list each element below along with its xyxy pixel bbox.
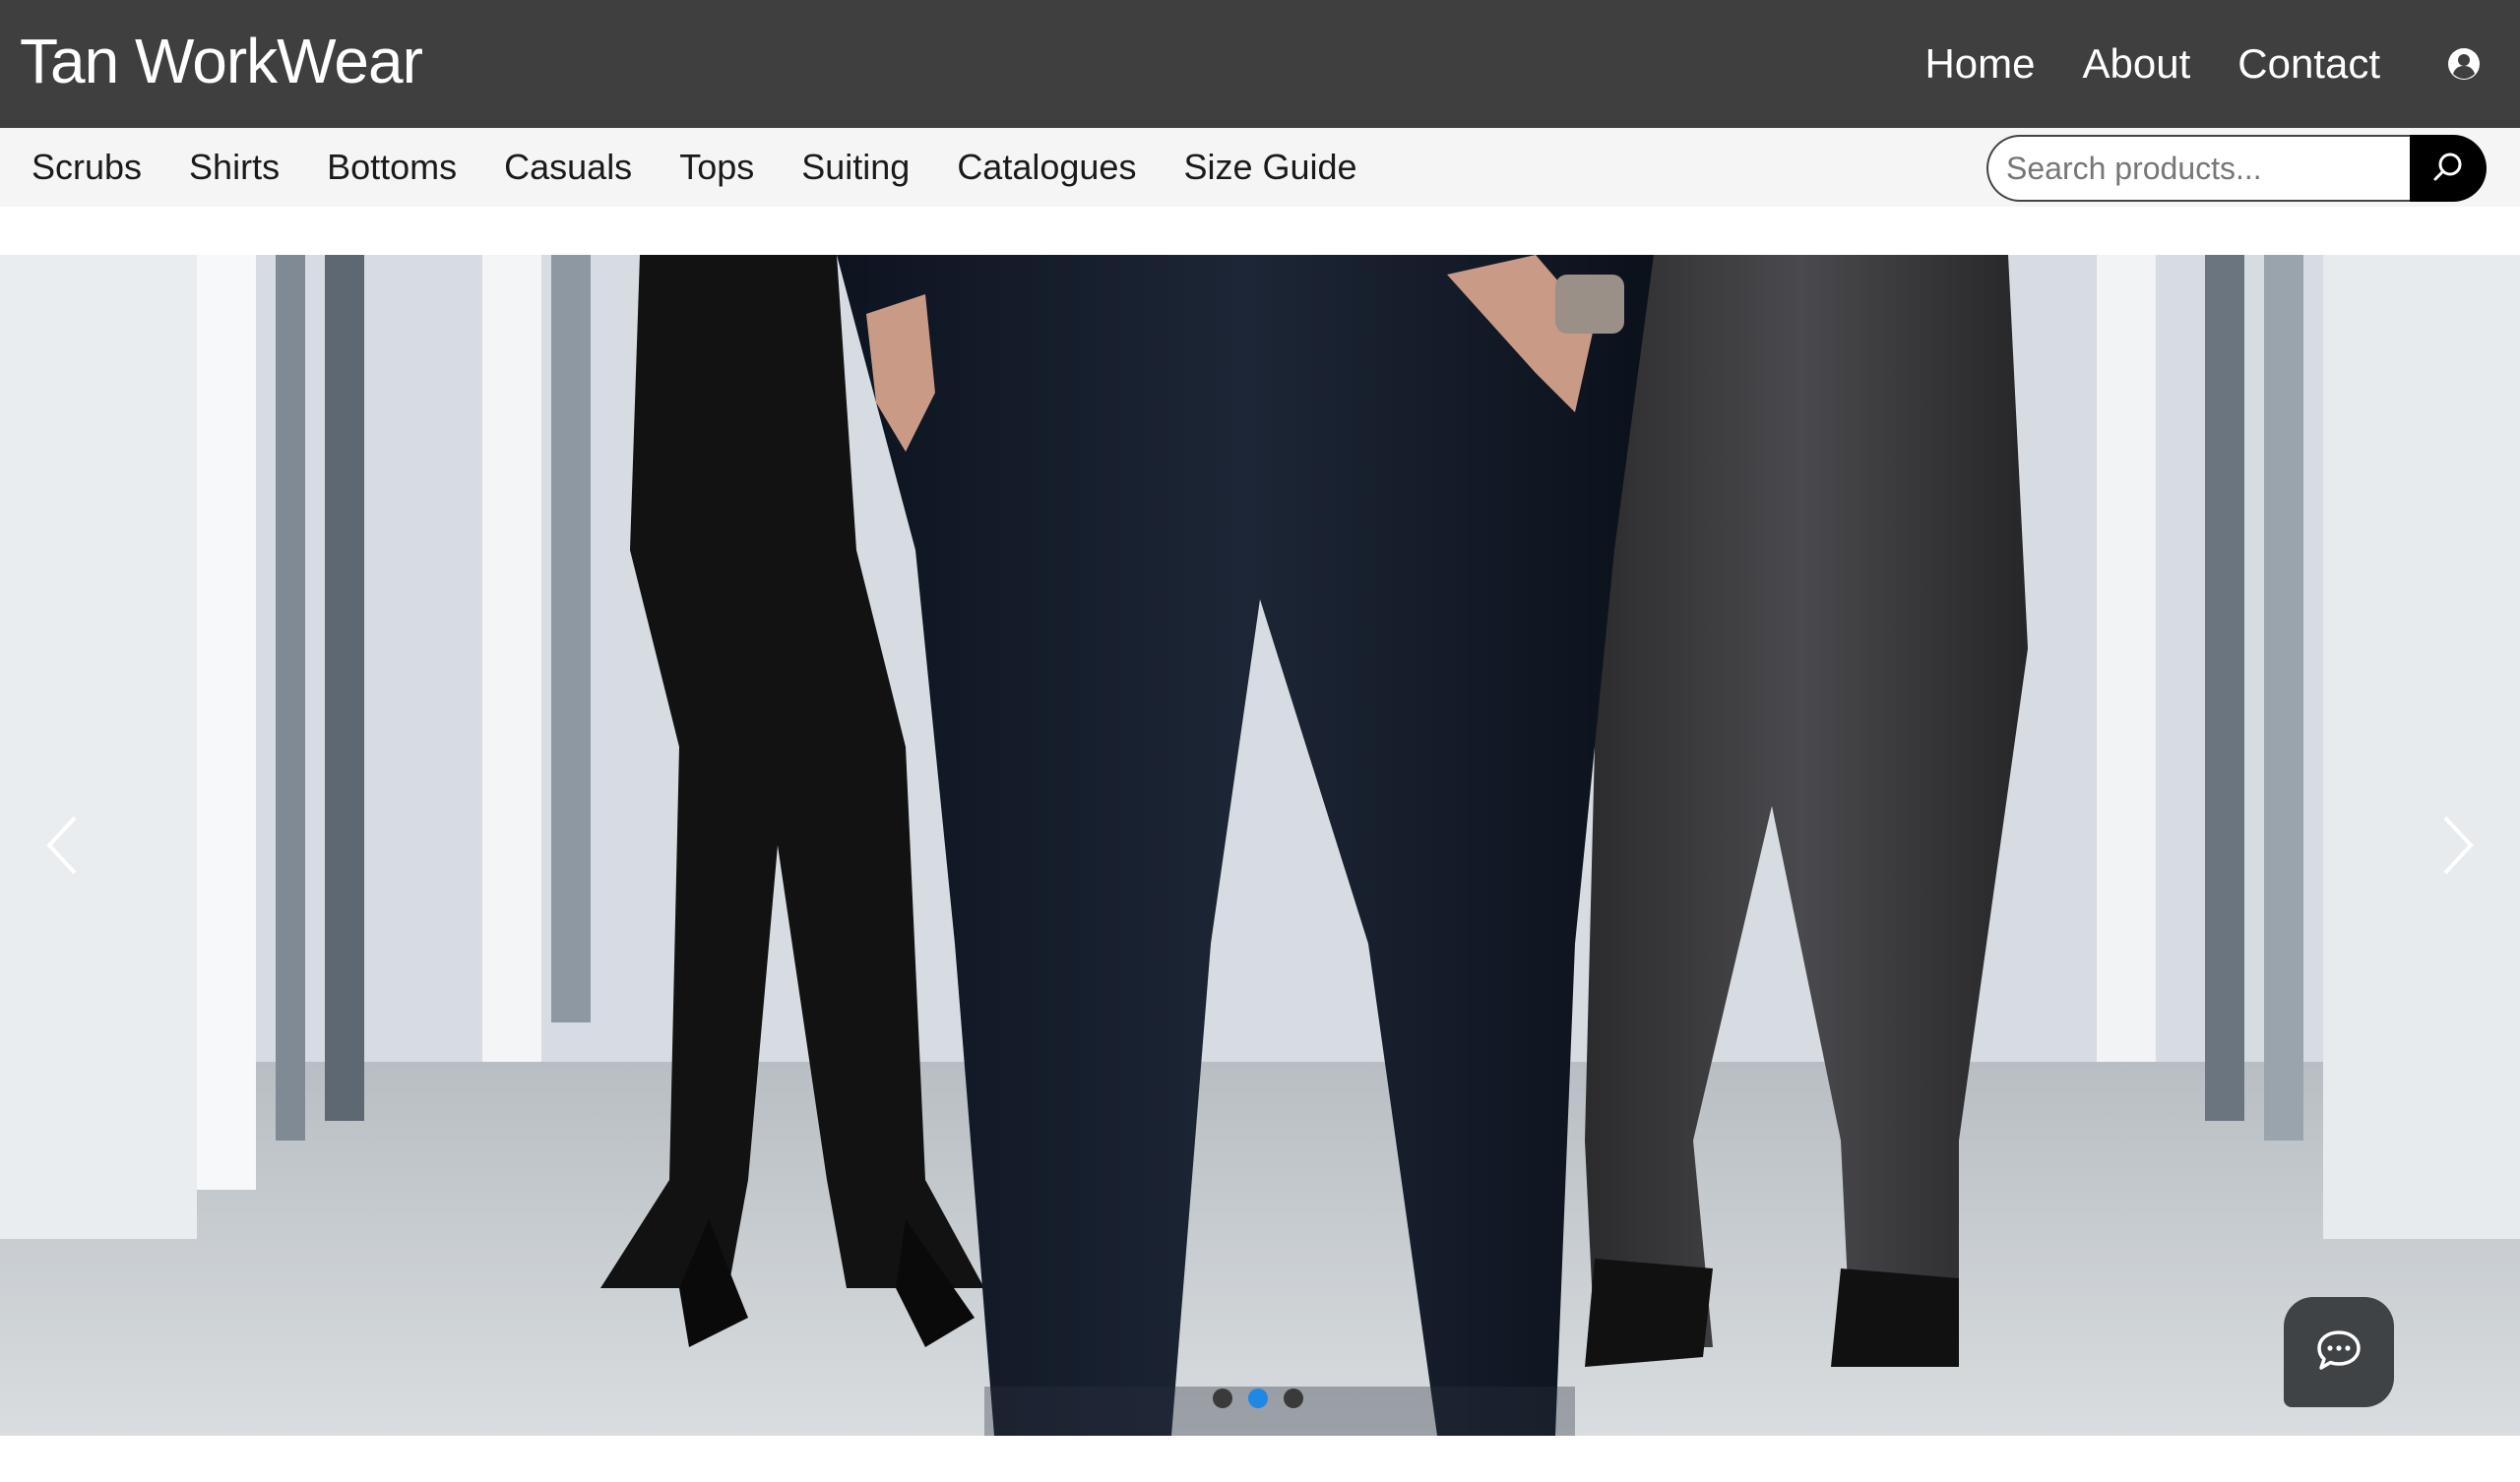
category-casuals[interactable]: Casuals: [504, 147, 632, 188]
top-header: Tan WorkWear Home About Contact: [0, 0, 2520, 128]
nav-home-link[interactable]: Home: [1924, 40, 2035, 88]
category-suiting[interactable]: Suiting: [801, 147, 910, 188]
chat-bubble-icon: [2315, 1328, 2362, 1377]
search-form: [1986, 135, 2487, 202]
carousel-next-chevron-right-icon[interactable]: [2433, 806, 2483, 885]
carousel-prev-chevron-left-icon[interactable]: [37, 806, 87, 885]
chat-widget-button[interactable]: [2284, 1297, 2394, 1407]
category-scrubs[interactable]: Scrubs: [32, 147, 142, 188]
carousel-dot-2[interactable]: [1248, 1389, 1268, 1408]
category-bottoms[interactable]: Bottoms: [327, 147, 457, 188]
search-icon: [2431, 151, 2465, 187]
carousel-dot-1[interactable]: [1213, 1389, 1232, 1408]
nav-contact-link[interactable]: Contact: [2237, 40, 2380, 88]
page-bottom: [0, 1436, 2520, 1482]
nav-about-link[interactable]: About: [2082, 40, 2190, 88]
category-nav: Scrubs Shirts Bottoms Casuals Tops Suiti…: [32, 128, 1405, 207]
carousel-dot-3[interactable]: [1284, 1389, 1303, 1408]
search-button[interactable]: [2410, 135, 2487, 202]
category-size-guide[interactable]: Size Guide: [1183, 147, 1356, 188]
category-shirts[interactable]: Shirts: [189, 147, 280, 188]
brand-logo[interactable]: Tan WorkWear: [20, 30, 423, 93]
hero-image: [0, 255, 2520, 1436]
user-circle-icon[interactable]: [2447, 47, 2481, 81]
top-nav: Home About Contact: [1924, 0, 2520, 128]
category-catalogues[interactable]: Catalogues: [957, 147, 1136, 188]
carousel-indicators: [1213, 1389, 1303, 1408]
search-input[interactable]: [1986, 135, 2410, 202]
category-tops[interactable]: Tops: [679, 147, 754, 188]
hero-carousel: [0, 255, 2520, 1436]
